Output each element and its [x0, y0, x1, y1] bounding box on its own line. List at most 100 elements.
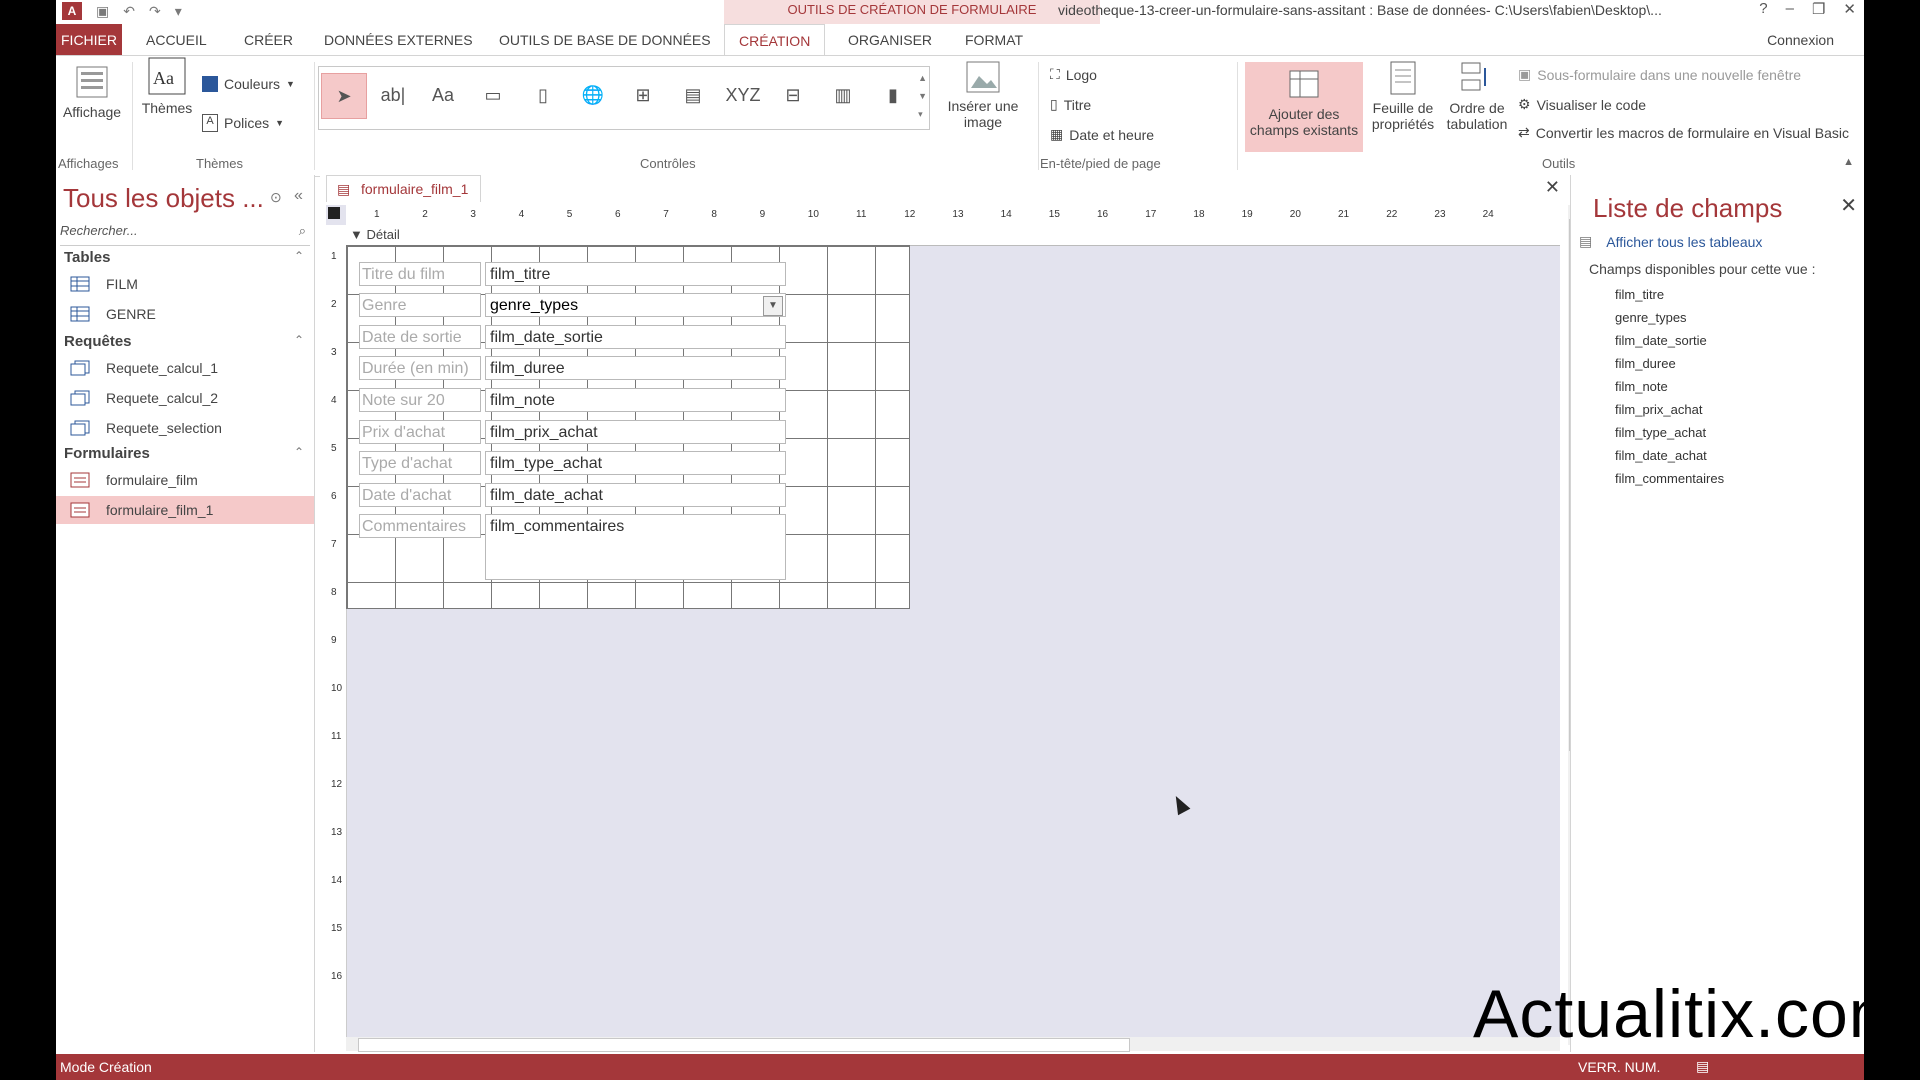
tab-arrange[interactable]: ORGANISER — [848, 24, 932, 55]
field-list-item[interactable]: film_titre — [1615, 287, 1664, 302]
undo-icon[interactable]: ↶ — [123, 3, 135, 20]
nav-item-query[interactable]: Requete_calcul_1 — [56, 354, 314, 382]
label-control[interactable]: Type d'achat — [359, 451, 481, 475]
field-list-item[interactable]: film_date_achat — [1615, 448, 1707, 463]
tab-external-data[interactable]: DONNÉES EXTERNES — [324, 24, 473, 55]
customize-qat-icon[interactable]: ▾ — [175, 3, 182, 20]
tab-design[interactable]: CRÉATION — [724, 24, 826, 56]
tab-format[interactable]: FORMAT — [965, 24, 1023, 55]
page-break-icon[interactable]: ⊟ — [771, 73, 815, 117]
collapse-icon[interactable]: ⌃ — [294, 249, 304, 263]
nav-dropdown-icon[interactable]: ⊙ — [270, 189, 282, 206]
convert-macros-button[interactable]: ⇄ Convertir les macros de formulaire en V… — [1518, 124, 1849, 141]
label-control[interactable]: Date d'achat — [359, 483, 481, 507]
textbox-control[interactable]: film_type_achat — [485, 451, 786, 475]
title-button[interactable]: ▯ Titre — [1050, 96, 1091, 113]
nav-section-forms[interactable]: Formulaires ⌃ — [64, 445, 304, 462]
hyperlink-control-icon[interactable]: 🌐 — [571, 73, 615, 117]
design-view-icon[interactable]: ▤ — [1696, 1058, 1709, 1075]
label-control[interactable]: Commentaires — [359, 514, 481, 538]
horizontal-scrollbar[interactable] — [346, 1037, 1560, 1052]
button-control-icon[interactable]: ▭ — [471, 73, 515, 117]
form-design-surface[interactable]: 1 2 3 4 5 6 7 8 9 10 11 12 13 14 15 16 17 18 19 20 21 22 23 24 … — [326, 205, 1560, 1045]
select-pointer-icon[interactable]: ➤ — [321, 73, 367, 119]
minimize-button[interactable]: – — [1786, 0, 1794, 18]
show-all-tables-link[interactable]: ▤ Afficher tous les tableaux — [1579, 233, 1762, 250]
textbox-control[interactable]: film_commentaires — [485, 514, 786, 580]
redo-icon[interactable]: ↷ — [149, 3, 161, 20]
colors-dropdown[interactable]: Couleurs ▼ — [202, 76, 295, 92]
restore-button[interactable]: ❐ — [1812, 0, 1825, 18]
nav-search-input[interactable]: Rechercher... ⌕ — [60, 223, 310, 246]
nav-item-genre[interactable]: GENRE — [56, 300, 314, 328]
nav-pane-title[interactable]: Tous les objets ... — [63, 183, 264, 214]
chevron-down-icon[interactable]: ▼ — [763, 296, 783, 316]
date-time-button[interactable]: ▦ Date et heure — [1050, 126, 1154, 143]
insert-image-button[interactable]: Insérer une image — [938, 60, 1028, 130]
view-button[interactable]: Affichage — [62, 64, 122, 120]
tab-order-button[interactable]: Ordre de tabulation — [1442, 60, 1512, 132]
tab-control-icon[interactable]: ▯ — [521, 73, 565, 117]
field-list-item[interactable]: film_date_sortie — [1615, 333, 1707, 348]
nav-section-tables[interactable]: Tables ⌃ — [64, 249, 304, 266]
nav-item-form-selected[interactable]: formulaire_film_1 — [56, 496, 314, 524]
shutter-bar-close-icon[interactable]: « — [294, 187, 303, 205]
tab-file[interactable]: FICHIER — [56, 24, 122, 55]
close-icon[interactable]: ✕ — [1840, 193, 1857, 218]
help-button[interactable]: ? — [1759, 0, 1767, 18]
nav-item-film[interactable]: FILM — [56, 270, 314, 298]
add-existing-fields-button[interactable]: Ajouter des champs existants — [1245, 62, 1363, 152]
property-sheet-button[interactable]: Feuille de propriétés — [1368, 60, 1438, 132]
close-button[interactable]: ✕ — [1843, 0, 1856, 18]
detail-section-bar[interactable]: ▼ Détail — [346, 225, 1560, 246]
label-control[interactable]: Durée (en min) — [359, 356, 481, 380]
close-document-icon[interactable]: ✕ — [1545, 177, 1560, 198]
themes-button[interactable]: Aa Thèmes — [140, 56, 194, 116]
web-browser-control-icon[interactable]: ⊞ — [621, 73, 665, 117]
detail-section-grid[interactable]: Titre du film film_titre Genre genre_typ… — [346, 245, 910, 609]
textbox-control[interactable]: film_duree — [485, 356, 786, 380]
tab-database-tools[interactable]: OUTILS DE BASE DE DONNÉES — [499, 24, 711, 55]
label-control[interactable]: Date de sortie — [359, 325, 481, 349]
textbox-control[interactable]: film_titre — [485, 262, 786, 286]
form-selector[interactable] — [328, 207, 340, 219]
horizontal-ruler[interactable]: 1 2 3 4 5 6 7 8 9 10 11 12 13 14 15 16 17 18 19 20 21 22 23 24 — [346, 205, 1560, 226]
gallery-scroll-icon[interactable]: ▲ ▼ ▾ — [918, 69, 927, 123]
label-control-icon[interactable]: Aa — [421, 73, 465, 117]
textbox-control-icon[interactable]: ab| — [371, 73, 415, 117]
chart-control-icon[interactable]: ▮ — [871, 73, 915, 117]
navigation-control-icon[interactable]: ▤ — [671, 73, 715, 117]
save-icon[interactable]: ▣ — [96, 3, 109, 20]
vertical-ruler[interactable]: 1 2 3 4 5 6 7 8 9 10 11 12 13 14 15 16 — [326, 225, 347, 1045]
document-tab[interactable]: ▤ formulaire_film_1 — [326, 175, 482, 202]
field-list-item[interactable]: film_commentaires — [1615, 471, 1724, 486]
tab-home[interactable]: ACCUEIL — [146, 24, 207, 55]
scrollbar-thumb[interactable] — [358, 1038, 1130, 1052]
label-control[interactable]: Prix d'achat — [359, 420, 481, 444]
subform-new-window-button[interactable]: ▣ Sous-formulaire dans une nouvelle fenêt… — [1518, 66, 1801, 83]
fonts-dropdown[interactable]: A Polices ▼ — [202, 114, 284, 132]
tab-create[interactable]: CRÉER — [244, 24, 293, 55]
textbox-control[interactable]: film_prix_achat — [485, 420, 786, 444]
nav-item-query[interactable]: Requete_calcul_2 — [56, 384, 314, 412]
textbox-control[interactable]: film_date_achat — [485, 483, 786, 507]
nav-item-form[interactable]: formulaire_film — [56, 466, 314, 494]
field-list-item[interactable]: film_note — [1615, 379, 1668, 394]
search-icon[interactable]: ⌕ — [299, 223, 306, 239]
combobox-control-icon[interactable]: ▥ — [821, 73, 865, 117]
field-list-item[interactable]: film_prix_achat — [1615, 402, 1702, 417]
option-group-icon[interactable]: XYZ — [721, 73, 765, 117]
collapse-ribbon-icon[interactable]: ▲ — [1843, 156, 1854, 168]
collapse-icon[interactable]: ⌃ — [294, 445, 304, 459]
nav-section-queries[interactable]: Requêtes ⌃ — [64, 333, 304, 350]
field-list-item[interactable]: film_type_achat — [1615, 425, 1706, 440]
sign-in-link[interactable]: Connexion — [1767, 32, 1834, 48]
combobox-control[interactable]: genre_types ▼ — [485, 293, 786, 317]
textbox-control[interactable]: film_note — [485, 388, 786, 412]
textbox-control[interactable]: film_date_sortie — [485, 325, 786, 349]
field-list-item[interactable]: film_duree — [1615, 356, 1676, 371]
label-control[interactable]: Genre — [359, 293, 481, 317]
label-control[interactable]: Titre du film — [359, 262, 481, 286]
label-control[interactable]: Note sur 20 — [359, 388, 481, 412]
field-list-item[interactable]: genre_types — [1615, 310, 1687, 325]
